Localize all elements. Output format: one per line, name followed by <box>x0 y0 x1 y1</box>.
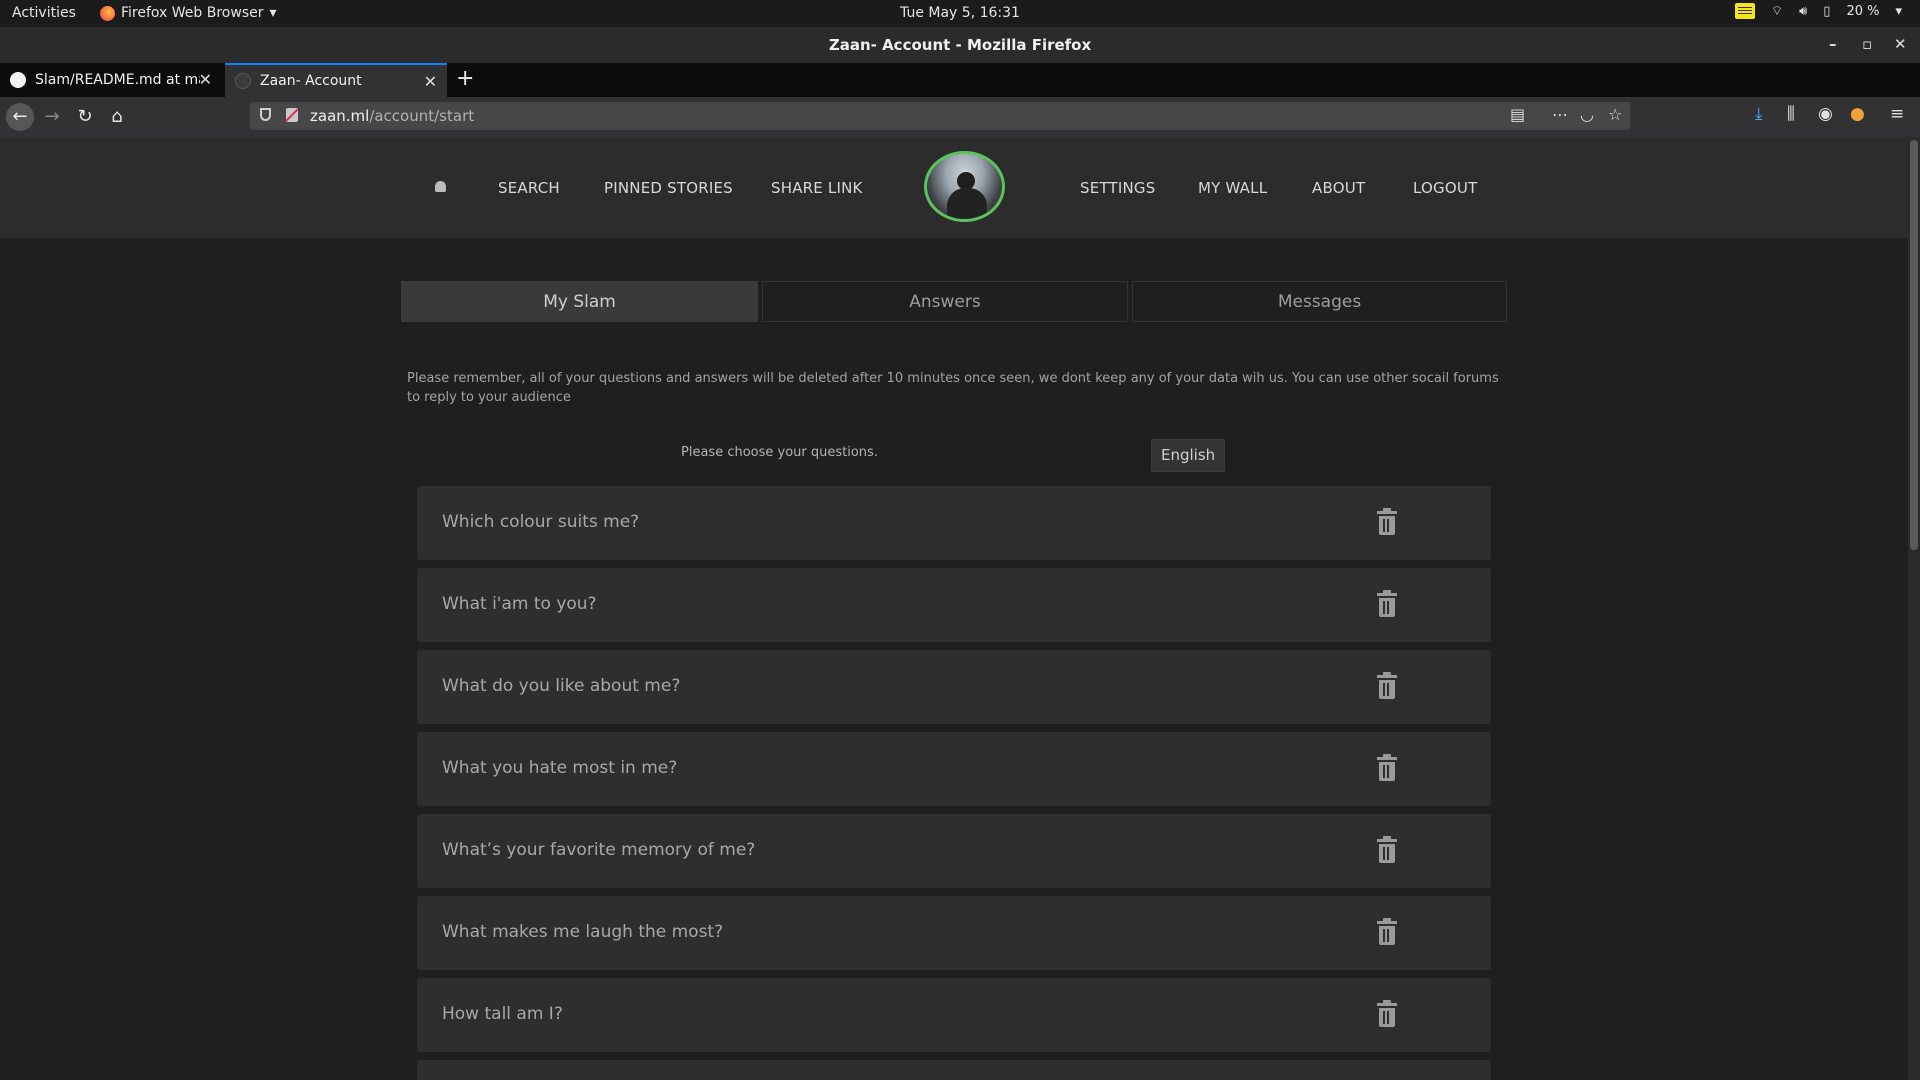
notes-icon[interactable] <box>1734 3 1755 19</box>
choose-questions-label: Please choose your questions. <box>681 445 878 460</box>
trash-icon[interactable] <box>1377 918 1397 946</box>
tab-label: Zaan- Account <box>260 73 362 89</box>
maximize-button[interactable]: ▫ <box>1862 35 1872 53</box>
chevron-down-icon: ▾ <box>1895 3 1902 19</box>
app-menu-label: Firefox Web Browser <box>121 5 264 21</box>
data-retention-notice: Please remember, all of your questions a… <box>407 371 1499 405</box>
question-row[interactable]: How tall am I? <box>417 978 1491 1052</box>
system-top-bar: Activities Firefox Web Browser ▾ Tue May… <box>0 0 1920 27</box>
web-page: SEARCH PINNED STORIES SHARE LINK SETTING… <box>0 137 1908 1080</box>
extension-icon[interactable]: ● <box>1850 104 1865 124</box>
clock[interactable]: Tue May 5, 16:31 <box>0 5 1920 21</box>
browser-tab-strip: Slam/README.md at ma ✕ Zaan- Account ✕ + <box>0 63 1920 97</box>
browser-tab-zaan[interactable]: Zaan- Account ✕ <box>225 63 447 97</box>
question-text: What makes me laugh the most? <box>442 922 724 942</box>
tab-messages[interactable]: Messages <box>1132 281 1507 322</box>
nav-about[interactable]: ABOUT <box>1312 179 1365 197</box>
page-scrollbar[interactable] <box>1908 137 1920 1080</box>
question-text: What do you like about me? <box>442 676 681 696</box>
question-row[interactable]: What makes me laugh the most? <box>417 896 1491 970</box>
hamburger-menu-icon[interactable]: ≡ <box>1890 104 1904 124</box>
activities-button[interactable]: Activities <box>12 5 76 21</box>
question-row[interactable]: What do you like about me? <box>417 650 1491 724</box>
window-title-bar: Zaan- Account - Mozilla Firefox – ▫ ✕ <box>0 27 1920 63</box>
question-row[interactable]: What’s your favorite memory of me? <box>417 814 1491 888</box>
window-title: Zaan- Account - Mozilla Firefox <box>828 36 1092 54</box>
url-host: zaan.ml <box>310 107 370 125</box>
account-icon[interactable]: ◉ <box>1818 104 1833 124</box>
url-text[interactable]: zaan.ml/account/start <box>310 107 474 125</box>
language-selector[interactable]: English <box>1151 439 1226 472</box>
trash-icon[interactable] <box>1377 672 1397 700</box>
notification-bell-icon[interactable] <box>435 181 446 192</box>
new-tab-button[interactable]: + <box>456 66 474 91</box>
trash-icon[interactable] <box>1377 754 1397 782</box>
site-favicon-icon <box>235 73 251 89</box>
question-text: What you hate most in me? <box>442 758 678 778</box>
forward-button[interactable]: → <box>38 103 66 131</box>
battery-level: 20 % <box>1846 3 1880 19</box>
question-row[interactable] <box>417 1060 1491 1080</box>
library-icon[interactable]: ⫼ <box>1787 104 1795 124</box>
chevron-down-icon: ▾ <box>269 5 277 21</box>
scrollbar-thumb[interactable] <box>1910 140 1918 550</box>
battery-icon: ▯ <box>1823 3 1831 19</box>
tab-answers[interactable]: Answers <box>762 281 1128 322</box>
tracking-shield-icon[interactable] <box>260 108 271 121</box>
nav-pinned-stories[interactable]: PINNED STORIES <box>604 179 733 197</box>
firefox-icon <box>100 5 115 21</box>
navigation-toolbar: ← → ↻ ⌂ zaan.ml/account/start ▤ ⋯ ◡ ☆ <box>0 97 1920 138</box>
reader-view-icon[interactable]: ▤ <box>1510 105 1525 124</box>
wifi-icon: ⌔ <box>1770 4 1784 19</box>
app-menu[interactable]: Firefox Web Browser ▾ <box>100 5 277 21</box>
question-text: What i'am to you? <box>442 594 597 614</box>
trash-icon[interactable] <box>1377 508 1397 536</box>
nav-settings[interactable]: SETTINGS <box>1080 179 1155 197</box>
volume-icon: 🔊︎ <box>1799 3 1808 19</box>
nav-logout[interactable]: LOGOUT <box>1413 179 1477 197</box>
question-text: How tall am I? <box>442 1004 563 1024</box>
page-actions-icon[interactable]: ⋯ <box>1552 105 1568 124</box>
question-row[interactable]: What you hate most in me? <box>417 732 1491 806</box>
tab-label: Slam/README.md at ma <box>35 72 200 88</box>
url-path: /account/start <box>369 107 475 125</box>
trash-icon[interactable] <box>1377 836 1397 864</box>
nav-share-link[interactable]: SHARE LINK <box>771 179 863 197</box>
url-bar[interactable]: zaan.ml/account/start ▤ ⋯ ◡ ☆ <box>250 102 1630 130</box>
nav-my-wall[interactable]: MY WALL <box>1198 179 1267 197</box>
question-text: Which colour suits me? <box>442 512 640 532</box>
trash-icon[interactable] <box>1377 1000 1397 1028</box>
downloads-icon[interactable]: ⤓ <box>1755 104 1763 124</box>
trash-icon[interactable] <box>1377 590 1397 618</box>
close-tab-icon[interactable]: ✕ <box>424 72 437 91</box>
close-window-button[interactable]: ✕ <box>1894 35 1907 53</box>
profile-avatar[interactable] <box>924 151 1005 222</box>
pocket-icon[interactable]: ◡ <box>1580 105 1594 124</box>
home-button[interactable]: ⌂ <box>103 103 131 131</box>
system-tray[interactable]: ⌔ 🔊︎ ▯ 20 % ▾ <box>1734 3 1902 19</box>
bookmark-star-icon[interactable]: ☆ <box>1608 105 1622 124</box>
insecure-lock-icon[interactable] <box>286 108 298 122</box>
site-navigation: SEARCH PINNED STORIES SHARE LINK SETTING… <box>0 137 1908 238</box>
browser-tab-readme[interactable]: Slam/README.md at ma ✕ <box>0 63 222 97</box>
nav-search[interactable]: SEARCH <box>498 179 560 197</box>
question-row[interactable]: Which colour suits me? <box>417 486 1491 560</box>
github-icon <box>10 72 26 88</box>
back-button[interactable]: ← <box>6 103 34 131</box>
minimize-button[interactable]: – <box>1829 35 1837 53</box>
reload-button[interactable]: ↻ <box>71 103 99 131</box>
question-row[interactable]: What i'am to you? <box>417 568 1491 642</box>
close-tab-icon[interactable]: ✕ <box>199 70 212 89</box>
question-text: What’s your favorite memory of me? <box>442 840 756 860</box>
tab-my-slam[interactable]: My Slam <box>401 281 758 322</box>
